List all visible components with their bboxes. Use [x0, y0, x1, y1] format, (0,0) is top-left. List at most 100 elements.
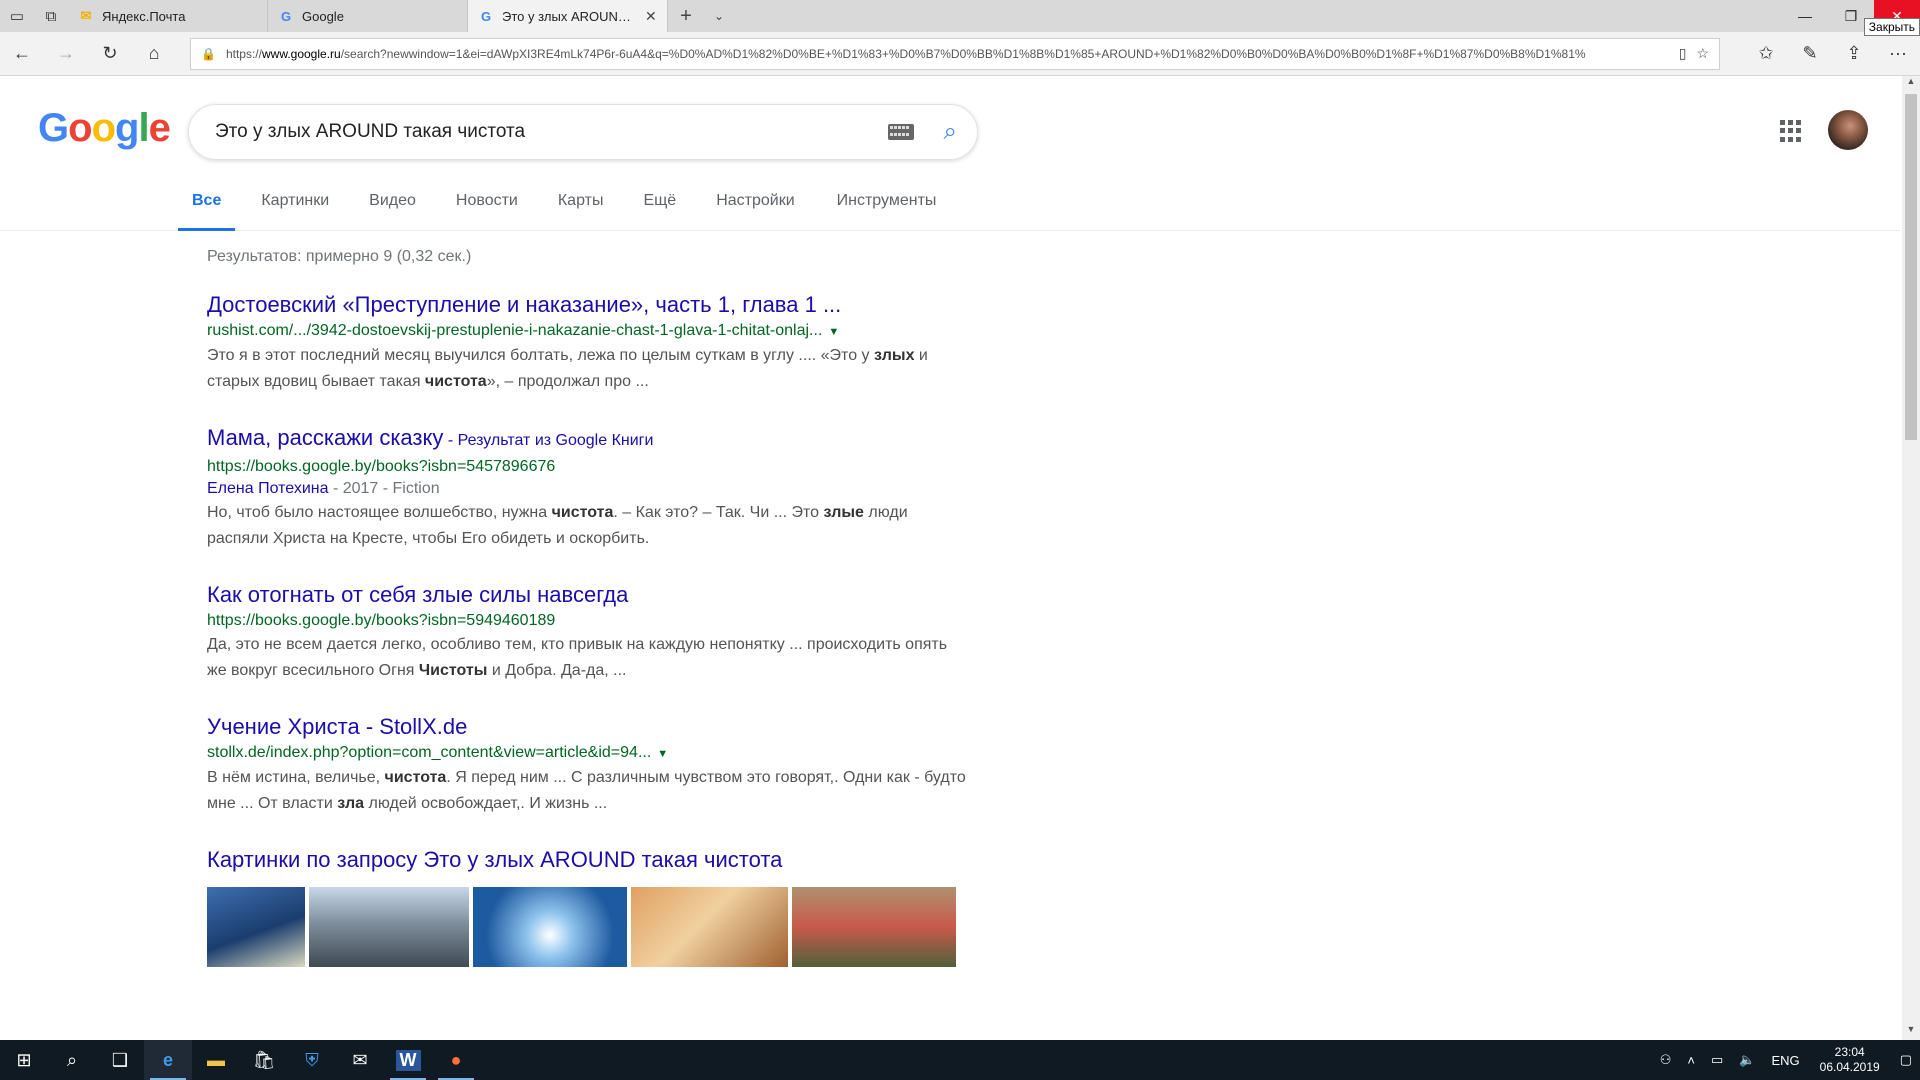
url-scheme: https://: [225, 46, 262, 61]
defender-shield-icon[interactable]: ⛨: [288, 1040, 336, 1080]
logo-letter: l: [138, 106, 149, 150]
tab-set-aside-icon[interactable]: ▭: [0, 0, 34, 32]
search-icon[interactable]: ⌕: [944, 118, 957, 146]
result-url-text: stollx.de/index.php?option=com_content&v…: [207, 744, 652, 761]
minimize-icon[interactable]: —: [1782, 0, 1828, 32]
logo-letter: G: [38, 106, 69, 150]
tab-settings[interactable]: Настройки: [716, 188, 794, 231]
image-thumbnail[interactable]: [792, 887, 956, 967]
browser-tab-google[interactable]: G Google: [268, 0, 468, 32]
result-title-link[interactable]: Достоевский «Преступление и наказание», …: [207, 292, 967, 318]
reading-view-icon[interactable]: ▯: [1679, 45, 1687, 62]
tab-maps[interactable]: Карты: [558, 188, 604, 231]
tab-more[interactable]: Ещё: [643, 188, 676, 231]
system-tray: ⚇ ˄ ▭ 🔈 ENG 23:04 06.04.2019 ▢: [1652, 1040, 1920, 1080]
close-tab-icon[interactable]: ✕: [645, 8, 657, 25]
result-url: https://books.google.by/books?isbn=54578…: [207, 458, 556, 475]
notifications-icon[interactable]: ▢: [1900, 1052, 1912, 1068]
people-icon[interactable]: ⚇: [1660, 1052, 1672, 1068]
refresh-icon[interactable]: ↻: [88, 32, 132, 76]
tab-tools[interactable]: Инструменты: [837, 188, 937, 231]
result-stats: Результатов: примерно 9 (0,32 сек.): [207, 248, 472, 265]
file-explorer-icon[interactable]: ▬: [192, 1040, 240, 1080]
more-icon[interactable]: ···: [1876, 32, 1920, 76]
tab-label: Google: [302, 8, 344, 24]
google-logo[interactable]: Google: [38, 106, 171, 151]
result-url: https://books.google.by/books?isbn=59494…: [207, 612, 556, 629]
result-snippet: В нём истина, величье, чистота. Я перед …: [207, 769, 966, 812]
search-input[interactable]: Это у злых AROUND такая чистота: [215, 121, 888, 143]
result-title-link[interactable]: Мама, расскажи сказку - Результат из Goo…: [207, 425, 967, 454]
star-icon[interactable]: ☆: [1696, 45, 1709, 62]
search-result: Достоевский «Преступление и наказание», …: [207, 292, 967, 395]
logo-letter: o: [91, 106, 116, 150]
clock[interactable]: 23:04 06.04.2019: [1820, 1045, 1880, 1075]
address-bar[interactable]: 🔒 https://www.google.ru/search?newwindow…: [190, 37, 1720, 70]
clock-time: 23:04: [1834, 1045, 1865, 1059]
scroll-down-icon[interactable]: ▼: [1902, 1024, 1920, 1040]
search-result: Как отогнать от себя злые силы навсегда …: [207, 582, 967, 684]
share-icon[interactable]: ⇪: [1832, 32, 1876, 76]
caret-down-icon[interactable]: ▼: [657, 748, 668, 760]
result-title-link[interactable]: Как отогнать от себя злые силы навсегда: [207, 582, 967, 608]
result-source-label[interactable]: - Результат из Google Книги: [443, 432, 654, 449]
mail-app-icon[interactable]: ✉: [336, 1040, 384, 1080]
windows-start-icon[interactable]: ⊞: [0, 1040, 48, 1080]
task-view-icon[interactable]: ❑: [96, 1040, 144, 1080]
close-tooltip: Закрыть: [1863, 18, 1920, 36]
chevron-down-icon[interactable]: ⌄: [704, 0, 734, 32]
scroll-up-icon[interactable]: ▲: [1902, 76, 1920, 92]
language-indicator[interactable]: ENG: [1771, 1053, 1799, 1068]
image-thumbnail[interactable]: [309, 887, 469, 967]
search-box[interactable]: Это у злых AROUND такая чистота ⌕: [188, 104, 978, 160]
browser-tab-yandex-mail[interactable]: ✉ Яндекс.Почта: [68, 0, 268, 32]
tab-news[interactable]: Новости: [456, 188, 518, 231]
url-path: /search?newwindow=1&ei=dAWpXI3RE4mLk74P6…: [340, 46, 1586, 61]
caret-down-icon[interactable]: ▼: [828, 326, 839, 338]
result-url: rushist.com/.../3942-dostoevskij-prestup…: [207, 320, 967, 343]
browser-tab-search[interactable]: G Это у злых AROUND та ✕: [468, 0, 668, 32]
mail-icon: ✉: [80, 8, 92, 23]
keyboard-icon[interactable]: [887, 124, 914, 140]
search-icon[interactable]: ⌕: [48, 1040, 96, 1080]
network-icon[interactable]: ▭: [1711, 1052, 1723, 1068]
result-title-text[interactable]: Мама, расскажи сказку: [207, 425, 443, 450]
store-icon[interactable]: 🛍: [240, 1040, 288, 1080]
lock-icon: 🔒: [201, 46, 216, 61]
tab-images[interactable]: Картинки: [261, 188, 329, 231]
image-thumbnails: [207, 887, 967, 967]
logo-letter: g: [115, 106, 139, 150]
google-header: Google Это у злых AROUND такая чистота ⌕…: [0, 76, 1900, 231]
url-host: www.google.ru: [261, 46, 341, 61]
result-meta: Елена Потехина - 2017 - Fiction: [207, 478, 967, 500]
avatar[interactable]: [1828, 110, 1868, 150]
new-tab-icon[interactable]: +: [668, 0, 704, 32]
chevron-up-icon[interactable]: ˄: [1687, 1053, 1695, 1068]
home-icon[interactable]: ⌂: [132, 32, 176, 76]
result-meta-text: - 2017 - Fiction: [328, 480, 440, 497]
author-link[interactable]: Елена Потехина: [207, 480, 329, 497]
volume-icon[interactable]: 🔈: [1739, 1052, 1755, 1068]
google-g-icon: G: [480, 8, 492, 24]
tab-video[interactable]: Видео: [369, 188, 416, 231]
tab-all[interactable]: Все: [177, 188, 236, 231]
images-heading-link[interactable]: Картинки по запросу Это у злых AROUND та…: [207, 847, 967, 873]
pen-icon[interactable]: ✎: [1788, 32, 1832, 76]
address-url[interactable]: https://www.google.ru/search?newwindow=1…: [226, 47, 1669, 61]
image-thumbnail[interactable]: [207, 887, 305, 967]
firefox-icon[interactable]: ●: [432, 1040, 480, 1080]
tab-label: Это у злых AROUND та: [502, 8, 637, 24]
apps-grid-icon[interactable]: [1780, 120, 1802, 142]
back-icon[interactable]: ←: [0, 32, 44, 76]
scrollbar-thumb[interactable]: [1905, 94, 1917, 440]
forward-icon[interactable]: →: [44, 32, 88, 76]
word-icon[interactable]: W: [384, 1040, 432, 1080]
favorites-icon[interactable]: ✩: [1744, 32, 1788, 76]
result-title-link[interactable]: Учение Христа - StollX.de: [207, 714, 967, 740]
show-tabs-aside-icon[interactable]: ⧉: [34, 0, 68, 32]
image-thumbnail[interactable]: [631, 887, 788, 967]
page-scrollbar[interactable]: ▲ ▼: [1902, 76, 1920, 1040]
browser-tab-strip: ▭ ⧉ ✉ Яндекс.Почта G Google G Это у злых…: [0, 0, 1920, 32]
edge-browser-icon[interactable]: e: [144, 1040, 192, 1080]
image-thumbnail[interactable]: [473, 887, 627, 967]
